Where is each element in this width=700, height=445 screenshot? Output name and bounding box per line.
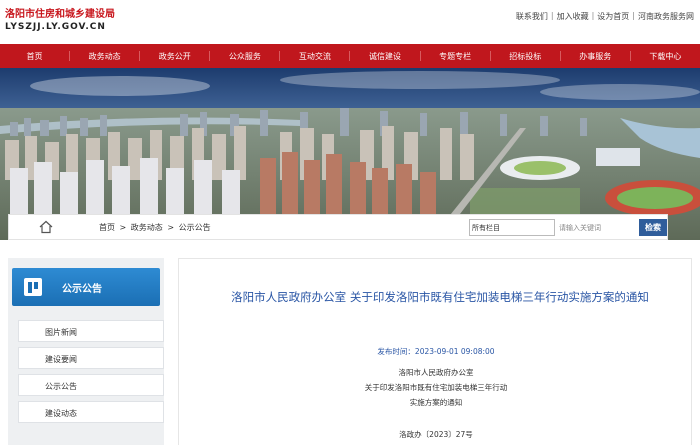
search-scope-select[interactable]: 所有栏目 [469, 219, 555, 236]
nav-home[interactable]: 首页 [0, 44, 69, 68]
sidebar-item-construction-updates[interactable]: 建设动态 [18, 401, 164, 423]
article-body-line: 实施方案的通知 [409, 398, 463, 407]
sidebar-title: 公示公告 [62, 284, 102, 295]
nav-downloads[interactable]: 下载中心 [631, 44, 700, 68]
nav-services[interactable]: 办事服务 [561, 44, 630, 68]
article-title: 洛阳市人民政府办公室 关于印发洛阳市既有住宅加装电梯三年行动实施方案的通知 [231, 290, 649, 304]
publish-label: 发布时间： [377, 347, 415, 356]
site-logo-name[interactable]: 洛阳市住房和城乡建设局 [5, 5, 115, 20]
link-contact[interactable]: 联系我们 [516, 11, 548, 22]
top-links: 联系我们 | 加入收藏 | 设为首页 | 河南政务服务网 [515, 11, 694, 22]
nav-special-topics[interactable]: 专题专栏 [421, 44, 490, 68]
breadcrumb-separator: > [119, 223, 127, 232]
breadcrumb-gov-news[interactable]: 政务动态 [131, 223, 163, 232]
publish-time-value: 2023-09-01 09:08:00 [414, 347, 495, 356]
sidebar: 公示公告 图片新闻 建设要闻 公示公告 建设动态 [8, 258, 164, 445]
breadcrumb-bar: 首页 > 政务动态 > 公示公告 所有栏目 请输入关键词 检索 [8, 214, 668, 240]
article-doc-number: 洛政办〔2023〕27号 [399, 430, 473, 439]
sidebar-item-notices[interactable]: 公示公告 [18, 374, 164, 396]
breadcrumb-notices[interactable]: 公示公告 [179, 223, 211, 232]
site-logo-domain: LYSZJJ.LY.GOV.CN [5, 22, 106, 32]
nav-interaction[interactable]: 互动交流 [280, 44, 349, 68]
article-body-line: 洛阳市人民政府办公室 [398, 368, 474, 377]
document-badge-icon [24, 278, 42, 296]
home-icon[interactable] [39, 220, 53, 234]
nav-bidding[interactable]: 招标投标 [491, 44, 560, 68]
nav-credit[interactable]: 诚信建设 [350, 44, 419, 68]
sidebar-title-box: 公示公告 [12, 268, 160, 306]
nav-gov-news[interactable]: 政务动态 [70, 44, 139, 68]
nav-public-service[interactable]: 公众服务 [210, 44, 279, 68]
link-favorite[interactable]: 加入收藏 [557, 11, 589, 22]
sidebar-item-construction-news[interactable]: 建设要闻 [18, 347, 164, 369]
link-henan-gov-service[interactable]: 河南政务服务网 [638, 11, 694, 22]
link-set-homepage[interactable]: 设为首页 [597, 11, 629, 22]
search-button[interactable]: 检索 [639, 219, 667, 236]
site-header: 洛阳市住房和城乡建设局 LYSZJJ.LY.GOV.CN 联系我们 | 加入收藏… [0, 0, 700, 44]
breadcrumb-home[interactable]: 首页 [99, 223, 115, 232]
search-input[interactable]: 请输入关键词 [559, 219, 629, 236]
breadcrumb: 首页 > 政务动态 > 公示公告 [99, 222, 213, 233]
sidebar-item-photo-news[interactable]: 图片新闻 [18, 320, 164, 342]
breadcrumb-separator: > [167, 223, 175, 232]
article-publish-time: 发布时间：2023-09-01 09:08:00 [179, 346, 693, 357]
article-panel: 洛阳市人民政府办公室 关于印发洛阳市既有住宅加装电梯三年行动实施方案的通知 发布… [178, 258, 692, 445]
nav-gov-open[interactable]: 政务公开 [140, 44, 209, 68]
article-body-line: 关于印发洛阳市既有住宅加装电梯三年行动 [364, 383, 508, 392]
main-nav: 首页 政务动态 政务公开 公众服务 互动交流 诚信建设 专题专栏 招标投标 办事… [0, 44, 700, 68]
